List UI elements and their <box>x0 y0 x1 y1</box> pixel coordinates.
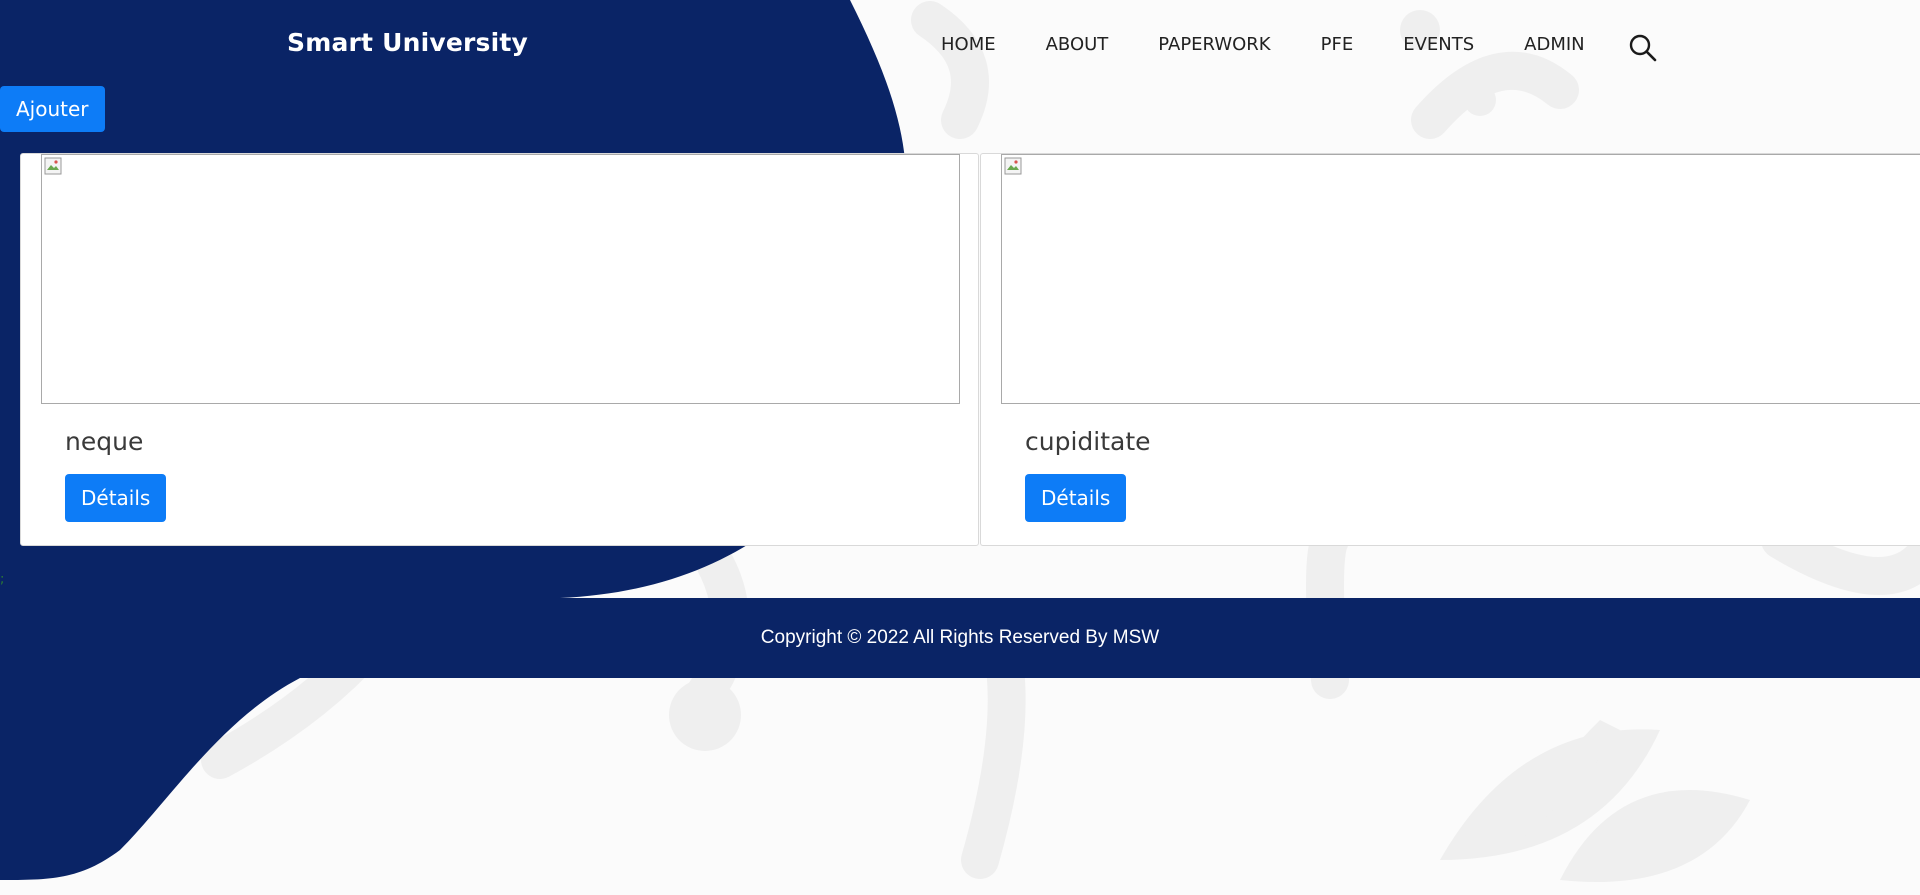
footer: Copyright © 2022 All Rights Reserved By … <box>0 598 1920 678</box>
card: neque Détails <box>20 153 979 546</box>
brand-logo-text[interactable]: Smart University <box>287 28 528 57</box>
nav-admin[interactable]: ADMIN <box>1524 34 1584 55</box>
search-icon <box>1629 34 1657 62</box>
card-grid: neque Détails cupiditate Détails <box>20 153 1920 548</box>
copyright-text: Copyright © 2022 All Rights Reserved By … <box>760 627 1160 648</box>
details-button[interactable]: Détails <box>1025 474 1127 522</box>
navbar: Smart University HOME ABOUT PAPERWORK PF… <box>0 0 1920 92</box>
add-button[interactable]: Ajouter <box>0 86 105 132</box>
nav-pfe[interactable]: PFE <box>1321 34 1354 55</box>
nav-paperwork[interactable]: PAPERWORK <box>1158 34 1270 55</box>
nav-events[interactable]: EVENTS <box>1403 34 1474 55</box>
stray-text: ; <box>0 572 5 587</box>
broken-image-icon <box>1004 157 1022 175</box>
search-button[interactable] <box>1628 33 1658 63</box>
main-nav: HOME ABOUT PAPERWORK PFE EVENTS ADMIN <box>941 34 1585 55</box>
card-image <box>41 154 960 404</box>
card-image <box>1001 154 1920 404</box>
card: cupiditate Détails <box>980 153 1920 546</box>
broken-image-icon <box>44 157 62 175</box>
nav-home[interactable]: HOME <box>941 34 996 55</box>
card-title: cupiditate <box>1025 427 1151 456</box>
details-button[interactable]: Détails <box>65 474 167 522</box>
card-title: neque <box>65 427 144 456</box>
nav-about[interactable]: ABOUT <box>1046 34 1109 55</box>
